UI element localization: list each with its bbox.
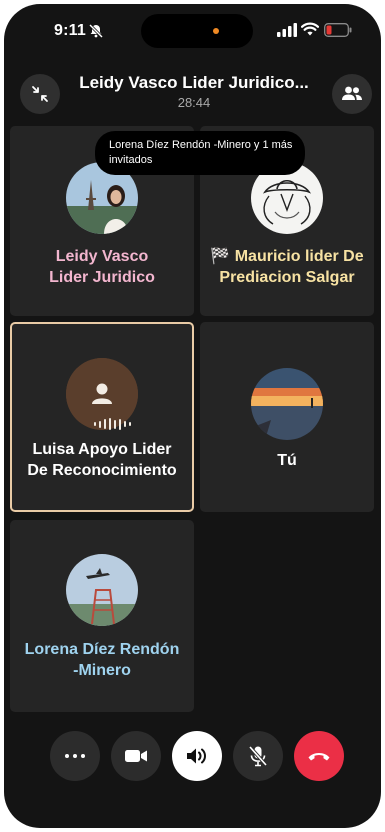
- minimize-arrows-icon: [32, 86, 48, 102]
- minimize-button[interactable]: [20, 74, 60, 114]
- participant-name: 🏁 Mauricio lider De: [210, 248, 364, 265]
- speaker-icon: [187, 748, 206, 764]
- more-options-button[interactable]: [50, 731, 100, 781]
- participant-name: Leidy Vasco: [55, 248, 149, 265]
- battery-low-icon: [324, 23, 352, 37]
- phone-hangup-icon: [308, 753, 330, 761]
- call-timer: 28:44: [177, 95, 211, 110]
- video-toggle-button[interactable]: [111, 731, 161, 781]
- participant-role: De Reconocimiento: [27, 462, 177, 479]
- participant-tile-self[interactable]: Tú: [200, 322, 374, 512]
- end-call-button[interactable]: [294, 731, 344, 781]
- call-screen: 9:11 Leidy Vasco Lider Juridico... 28:44…: [4, 4, 381, 828]
- participants-tooltip: Lorena Díez Rendón -Minero y 1 más invit…: [95, 131, 305, 175]
- participant-role: -Minero: [73, 662, 131, 679]
- privacy-indicator: [213, 28, 219, 34]
- photo-plane-tower: [66, 554, 138, 626]
- participant-avatar: [251, 368, 323, 440]
- photo-sunset-sea: [251, 368, 323, 440]
- dynamic-island: [141, 14, 253, 48]
- participant-name: Luisa Apoyo Lider: [32, 441, 172, 458]
- participants-button[interactable]: [332, 74, 372, 114]
- call-title: Leidy Vasco Lider Juridico...: [79, 73, 309, 92]
- speaker-button[interactable]: [172, 731, 222, 781]
- status-bar: 9:11: [4, 4, 381, 56]
- bell-slash-icon: [88, 23, 104, 39]
- participant-tile[interactable]: Lorena Díez Rendón -Minero: [10, 520, 194, 712]
- status-time: 9:11: [54, 22, 86, 39]
- participant-tile-active[interactable]: Luisa Apoyo Lider De Reconocimiento: [10, 322, 194, 512]
- participant-name: Tú: [277, 452, 297, 469]
- speaking-waveform-icon: [94, 418, 131, 430]
- participant-name: Lorena Díez Rendón: [24, 641, 180, 658]
- mute-button[interactable]: [233, 731, 283, 781]
- participant-role: Lider Juridico: [49, 269, 155, 286]
- cellular-signal-icon: [277, 23, 297, 37]
- participant-avatar: [66, 554, 138, 626]
- more-dots-icon: [65, 754, 85, 758]
- microphone-off-icon: [248, 745, 268, 767]
- wifi-icon: [301, 22, 319, 36]
- participant-role: Prediacion Salgar: [219, 269, 355, 286]
- participants-icon: [342, 86, 362, 100]
- video-camera-icon: [125, 750, 147, 762]
